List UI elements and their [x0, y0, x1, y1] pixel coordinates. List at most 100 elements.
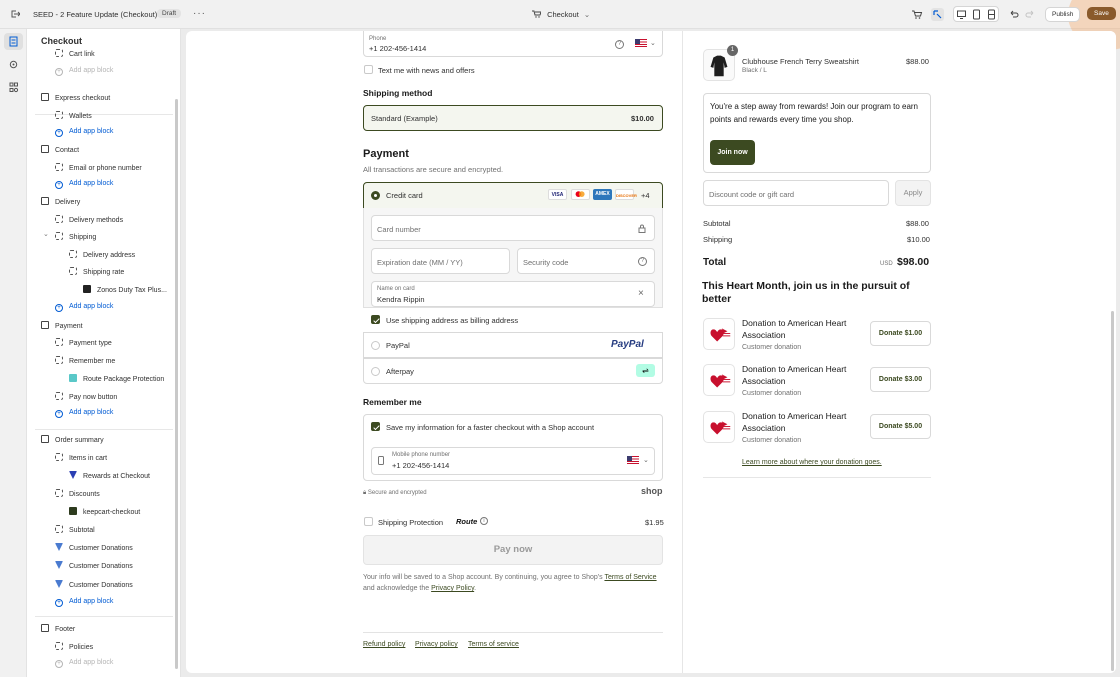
sidebar-item[interactable]: Shipping rate [69, 267, 124, 276]
sidebar-item[interactable]: Subtotal [55, 525, 95, 534]
join-now-button[interactable]: Join now [710, 140, 755, 165]
clear-icon[interactable]: × [638, 288, 644, 299]
donate-button[interactable]: Donate $5.00 [870, 414, 931, 439]
add-app-block-button[interactable]: + Add app block [55, 659, 113, 668]
donate-button[interactable]: Donate $1.00 [870, 321, 931, 346]
add-app-block-button[interactable]: + Add app block [55, 303, 113, 312]
add-app-block-button[interactable]: + Add app block [55, 598, 113, 607]
settings-icon[interactable] [4, 56, 23, 73]
block-icon [69, 250, 77, 258]
sidebar-scrollbar[interactable] [175, 99, 178, 669]
add-app-block-button[interactable]: + Add app block [55, 128, 113, 137]
sidebar-item[interactable]: keepcart-checkout [69, 507, 140, 516]
sidebar-item-label: Add app block [69, 67, 114, 74]
mobile-icon[interactable] [985, 8, 998, 21]
desktop-icon[interactable] [955, 8, 968, 21]
help-icon[interactable]: ? [638, 257, 647, 266]
sidebar-item-label: Customer Donations [69, 563, 133, 570]
shipping-protection-label: Shipping Protection [378, 518, 444, 527]
sidebar-item[interactable]: Rewards at Checkout [69, 471, 150, 480]
sidebar-item[interactable]: Items in cart [55, 453, 107, 462]
apps-icon[interactable] [4, 79, 23, 96]
sidebar-item-label: Remember me [69, 358, 116, 365]
apply-button[interactable]: Apply [895, 180, 931, 206]
redo-icon[interactable] [1024, 8, 1037, 21]
save-info-checkbox[interactable] [371, 422, 380, 431]
news-offers-checkbox[interactable] [364, 65, 373, 74]
chevron-down-icon[interactable]: ⌄ [43, 230, 49, 238]
sidebar-item[interactable]: Email or phone number [55, 163, 142, 172]
sidebar-item[interactable]: Delivery methods [55, 215, 123, 224]
page-selector[interactable]: Checkout ⌄ [532, 10, 590, 19]
plus-circle-icon: + [55, 410, 63, 418]
sidebar-item[interactable]: Route Package Protection [69, 374, 164, 383]
pay-now-button[interactable]: Pay now [363, 535, 663, 565]
inspector-icon[interactable] [931, 8, 944, 21]
sidebar-section[interactable]: Footer [41, 624, 75, 633]
sidebar-item[interactable]: Payment type [55, 338, 112, 347]
sidebar-item[interactable]: Customer Donations [55, 561, 133, 570]
block-icon [55, 111, 63, 119]
mobile-phone-label: Mobile phone number [392, 452, 451, 458]
american-heart-logo [703, 318, 735, 350]
sidebar-item[interactable]: Discounts [55, 489, 100, 498]
sidebar-item[interactable]: Remember me [55, 356, 115, 365]
sidebar-item[interactable]: Policies [55, 642, 93, 651]
add-app-block-button[interactable]: + Add app block [55, 409, 113, 418]
cart-icon [532, 10, 542, 18]
exit-icon[interactable] [10, 9, 20, 19]
add-app-block-button[interactable]: + Add app block [55, 67, 113, 76]
sidebar-item[interactable]: Cart link [55, 49, 95, 58]
remember-me-heading: Remember me [363, 397, 422, 407]
cart-icon[interactable] [910, 8, 923, 21]
save-button[interactable]: Save [1087, 7, 1116, 20]
afterpay-radio[interactable] [371, 367, 380, 376]
billing-same-checkbox[interactable] [371, 315, 380, 324]
app-block-icon [69, 507, 77, 515]
save-info-label: Save my information for a faster checkou… [386, 423, 595, 432]
privacy-link[interactable]: Privacy Policy [431, 585, 474, 592]
help-icon[interactable]: ? [615, 40, 624, 49]
sidebar-item[interactable]: Wallets [55, 111, 92, 120]
info-icon[interactable]: i [480, 517, 488, 525]
tablet-icon[interactable] [970, 8, 983, 21]
footer-icon [41, 624, 49, 632]
mastercard-icon [571, 189, 590, 200]
flag-us-icon[interactable] [635, 39, 647, 47]
sidebar-item[interactable]: Customer Donations [55, 580, 133, 589]
flag-us-icon[interactable] [627, 456, 639, 464]
more-icon[interactable]: ··· [193, 8, 206, 19]
footer-link-refund[interactable]: Refund policy [363, 641, 405, 648]
sidebar-section[interactable]: Order summary [41, 435, 104, 444]
credit-card-label: Credit card [386, 191, 423, 200]
sidebar-section[interactable]: Express checkout [41, 93, 110, 102]
sidebar-section[interactable]: Contact [41, 145, 79, 154]
sidebar-item[interactable]: ⌄ Shipping [43, 231, 96, 241]
footer-link-privacy[interactable]: Privacy policy [415, 641, 458, 648]
learn-more-link[interactable]: Learn more about where your donation goe… [742, 459, 882, 466]
plus-circle-icon: + [55, 304, 63, 312]
footer-link-terms[interactable]: Terms of service [468, 641, 519, 648]
sidebar-item[interactable]: Pay now button [55, 392, 117, 401]
sidebar-item[interactable]: Customer Donations [55, 543, 133, 552]
donate-button[interactable]: Donate $3.00 [870, 367, 931, 392]
sidebar-item[interactable]: Delivery address [69, 250, 135, 259]
credit-card-radio[interactable] [371, 191, 380, 200]
sidebar-item-label: Customer Donations [69, 582, 133, 589]
shipping-option-label: Standard (Example) [371, 114, 438, 123]
sidebar-item[interactable]: Zonos Duty Tax Plus... [83, 285, 167, 294]
discover-icon: DISCOVER [615, 189, 637, 200]
undo-icon[interactable] [1007, 8, 1020, 21]
join-now-label: Join now [717, 149, 748, 156]
terms-link[interactable]: Terms of Service [604, 574, 656, 581]
canvas-scrollbar[interactable] [1111, 311, 1114, 671]
donate-button-label: Donate $3.00 [878, 376, 923, 383]
sections-icon[interactable] [4, 33, 23, 50]
paypal-radio[interactable] [371, 341, 380, 350]
sidebar-section[interactable]: Payment [41, 321, 83, 330]
add-app-block-button[interactable]: + Add app block [55, 180, 113, 189]
news-offers-label: Text me with news and offers [378, 66, 475, 75]
publish-button[interactable]: Publish [1045, 7, 1081, 22]
shipping-protection-checkbox[interactable] [364, 517, 373, 526]
sidebar-section[interactable]: Delivery [41, 197, 80, 206]
